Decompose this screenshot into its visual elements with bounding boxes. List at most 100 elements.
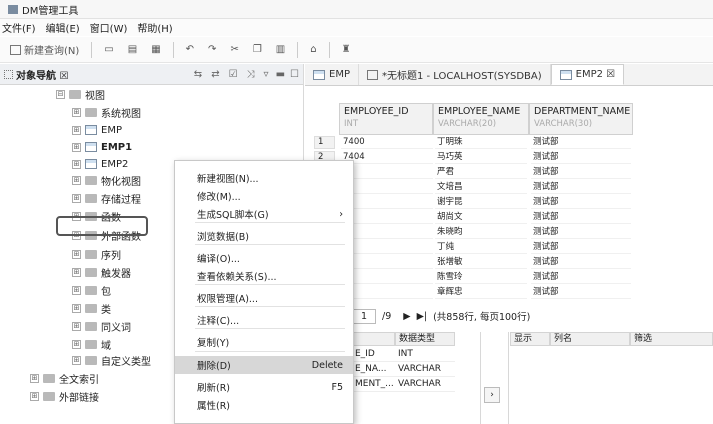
table-cell[interactable]: 测试部 (531, 136, 631, 149)
property-column-header[interactable]: 筛选 (630, 332, 713, 346)
table-cell[interactable]: 陈雪玲 (435, 271, 527, 284)
property-type[interactable]: VARCHAR (395, 363, 455, 377)
expand-icon[interactable]: ⊞ (30, 391, 39, 401)
tree-item[interactable]: ⊞ EMP (72, 121, 122, 139)
expand-icon[interactable]: ⊟ (56, 89, 65, 99)
save-all-icon[interactable]: ▦ (147, 41, 164, 59)
table-cell[interactable]: 3 (341, 181, 433, 194)
table-cell[interactable]: 测试部 (531, 256, 631, 269)
table-cell[interactable]: 丁纯 (435, 241, 527, 254)
table-cell[interactable]: 章辉忠 (435, 286, 527, 299)
context-menu-item[interactable]: 查看依赖关系(S)... (175, 267, 353, 285)
context-menu-item[interactable]: 浏览数据(B) (175, 227, 353, 245)
view-menu-icon[interactable]: ▿ (264, 69, 269, 80)
expand-icon[interactable]: ⊞ (72, 193, 81, 203)
menu-file[interactable]: 文件(F) (2, 20, 36, 35)
tab-untitled-query[interactable]: *无标题1 - LOCALHOST(SYSDBA) (359, 64, 551, 85)
expand-icon[interactable]: ⊞ (72, 142, 81, 152)
connect-icon[interactable]: ⇆ (194, 69, 202, 80)
next-page-icon[interactable]: ▶ (403, 311, 410, 322)
menu-window[interactable]: 窗口(W) (90, 20, 128, 35)
filter-icon[interactable]: ☑ (229, 69, 238, 80)
redo-icon[interactable]: ↷ (204, 41, 220, 59)
tree-item[interactable]: ⊞ 类 (72, 299, 111, 317)
row-number[interactable]: 1 (314, 136, 335, 149)
table-cell[interactable]: 胡尚文 (435, 211, 527, 224)
table-cell[interactable]: 7400 (341, 136, 433, 149)
property-type[interactable]: VARCHAR (395, 378, 455, 392)
tree-item[interactable]: ⊞ 系统视图 (72, 103, 141, 121)
property-name[interactable]: MENT_... (352, 378, 395, 392)
table-cell[interactable]: 丁明珠 (435, 136, 527, 149)
menu-edit[interactable]: 编辑(E) (46, 20, 80, 35)
save-icon[interactable]: ▤ (124, 41, 141, 59)
table-cell[interactable]: 9 (341, 196, 433, 209)
table-cell[interactable]: 文培昌 (435, 181, 527, 194)
cut-icon[interactable]: ✂ (226, 41, 242, 59)
navigator-title[interactable]: 对象导航 ☒ (16, 67, 68, 82)
tree-item[interactable]: ⊞ 触发器 (72, 263, 131, 281)
property-type[interactable]: INT (395, 348, 455, 362)
table-cell[interactable]: 马巧英 (435, 151, 527, 164)
expand-icon[interactable]: ⊞ (72, 321, 81, 331)
undo-icon[interactable]: ↶ (182, 41, 198, 59)
table-cell[interactable]: 7 (341, 166, 433, 179)
tree-item[interactable]: ⊞ 物化视图 (72, 171, 141, 189)
table-cell[interactable]: 1 (341, 271, 433, 284)
page-number-input[interactable]: 1 (352, 308, 376, 324)
context-menu-item[interactable]: 编译(O)... (175, 249, 353, 267)
last-page-icon[interactable]: ▶| (417, 311, 428, 322)
context-menu-item[interactable]: 生成SQL脚本(G) › (175, 205, 353, 223)
context-menu-item[interactable]: 权限管理(A)... (175, 289, 353, 307)
expand-icon[interactable]: ⊞ (72, 159, 81, 169)
tree-item[interactable]: ⊞ 存储过程 (72, 189, 141, 207)
admin-icon[interactable]: ♜ (338, 41, 355, 59)
table-cell[interactable]: 测试部 (531, 211, 631, 224)
column-header[interactable]: DEPARTMENT_NAME VARCHAR(30) (529, 103, 633, 135)
table-cell[interactable]: 7404 (341, 151, 433, 164)
tab-emp[interactable]: EMP (305, 64, 359, 85)
new-query-button[interactable]: 新建查询(N) (6, 41, 83, 59)
home-icon[interactable]: ⌂ (306, 41, 320, 59)
tree-item[interactable]: ⊟ 视图 (56, 85, 105, 103)
expand-icon[interactable]: ⊞ (72, 125, 81, 135)
property-column-header[interactable]: 数据类型 (395, 332, 455, 346)
collapse-icon[interactable]: ⤨ (247, 69, 255, 80)
context-menu-item[interactable]: 注释(C)... (175, 311, 353, 329)
context-menu-item[interactable]: 属性(R) (175, 396, 353, 414)
table-cell[interactable]: 测试部 (531, 271, 631, 284)
copy-icon[interactable]: ❐ (249, 41, 266, 59)
tree-item[interactable]: ⊞ EMP1 (72, 138, 132, 156)
context-menu-item[interactable]: 刷新(R) F5 (175, 378, 353, 396)
expand-icon[interactable]: ⊞ (72, 355, 81, 365)
expand-icon[interactable]: ⊞ (72, 267, 81, 277)
table-cell[interactable]: 9 (341, 256, 433, 269)
tree-item[interactable]: ⊞ 外部链接 (30, 387, 99, 405)
column-header[interactable]: EMPLOYEE_NAME VARCHAR(20) (433, 103, 529, 135)
tree-item[interactable]: ⊞ 全文索引 (30, 369, 99, 387)
table-cell[interactable]: 严君 (435, 166, 527, 179)
expand-icon[interactable]: ⊞ (30, 373, 39, 383)
table-cell[interactable]: 测试部 (531, 241, 631, 254)
expand-icon[interactable]: ⊞ (72, 303, 81, 313)
property-name[interactable]: E_ID (352, 348, 395, 362)
table-cell[interactable]: 测试部 (531, 151, 631, 164)
context-menu-item[interactable]: 新建视图(N)... (175, 169, 353, 187)
context-menu-item[interactable]: 修改(M)... (175, 187, 353, 205)
table-cell[interactable]: 测试部 (531, 166, 631, 179)
tree-item[interactable]: ⊞ 自定义类型 (72, 351, 151, 369)
property-column-header[interactable]: 列名 (550, 332, 630, 346)
table-cell[interactable]: 6 (341, 211, 433, 224)
expand-icon[interactable]: ⊞ (72, 285, 81, 295)
stop-icon[interactable]: ▭ (100, 41, 117, 59)
expand-icon[interactable]: ⊞ (72, 175, 81, 185)
maximize-icon[interactable]: ☐ (290, 69, 299, 80)
menu-help[interactable]: 帮助(H) (137, 20, 172, 35)
context-menu-item[interactable]: 复制(Y) (175, 333, 353, 351)
move-right-button[interactable]: › (484, 387, 500, 403)
table-cell[interactable]: 5 (341, 241, 433, 254)
table-cell[interactable]: 测试部 (531, 286, 631, 299)
tree-item[interactable]: ⊞ 序列 (72, 245, 121, 263)
table-cell[interactable]: 朱晓昀 (435, 226, 527, 239)
table-cell[interactable]: 4 (341, 226, 433, 239)
